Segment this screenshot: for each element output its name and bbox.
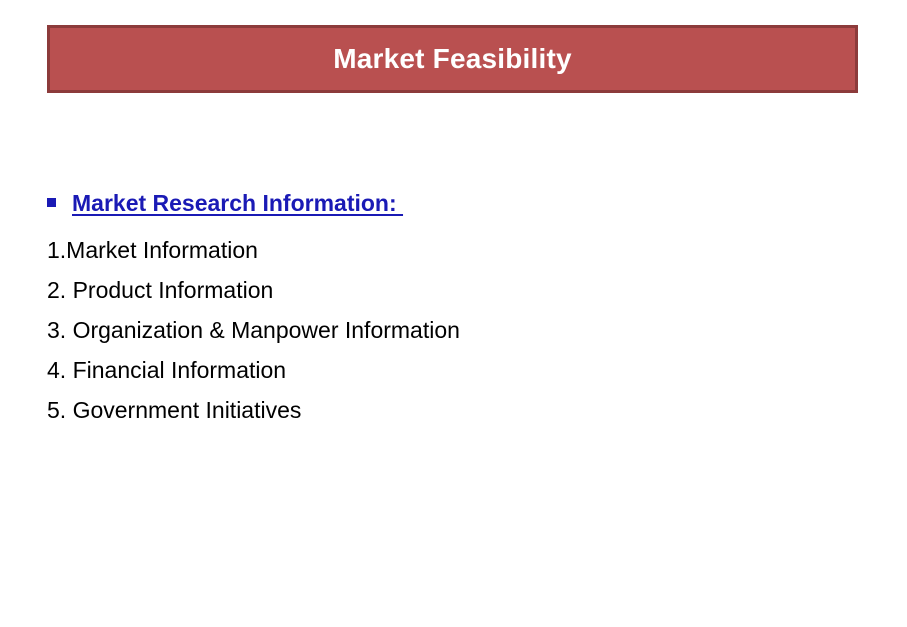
page-title: Market Feasibility [333,43,572,74]
bullet-heading-row: Market Research Information: [47,190,837,222]
slide-body-content: Market Research Information: 1.Market In… [47,190,837,430]
square-bullet-icon [47,198,56,207]
list-item: 5. Government Initiatives [47,397,302,423]
section-heading: Market Research Information: [72,190,404,216]
list-item: 3. Organization & Manpower Information [47,317,460,343]
list-item: 4. Financial Information [47,357,287,383]
presentation-slide: Market Feasibility Market Research Infor… [0,0,907,627]
numbered-list: 1.Market Information 2. Product Informat… [47,230,837,430]
title-banner: Market Feasibility [47,25,858,93]
list-item: 2. Product Information [47,277,274,303]
list-item: 1.Market Information [47,237,258,263]
